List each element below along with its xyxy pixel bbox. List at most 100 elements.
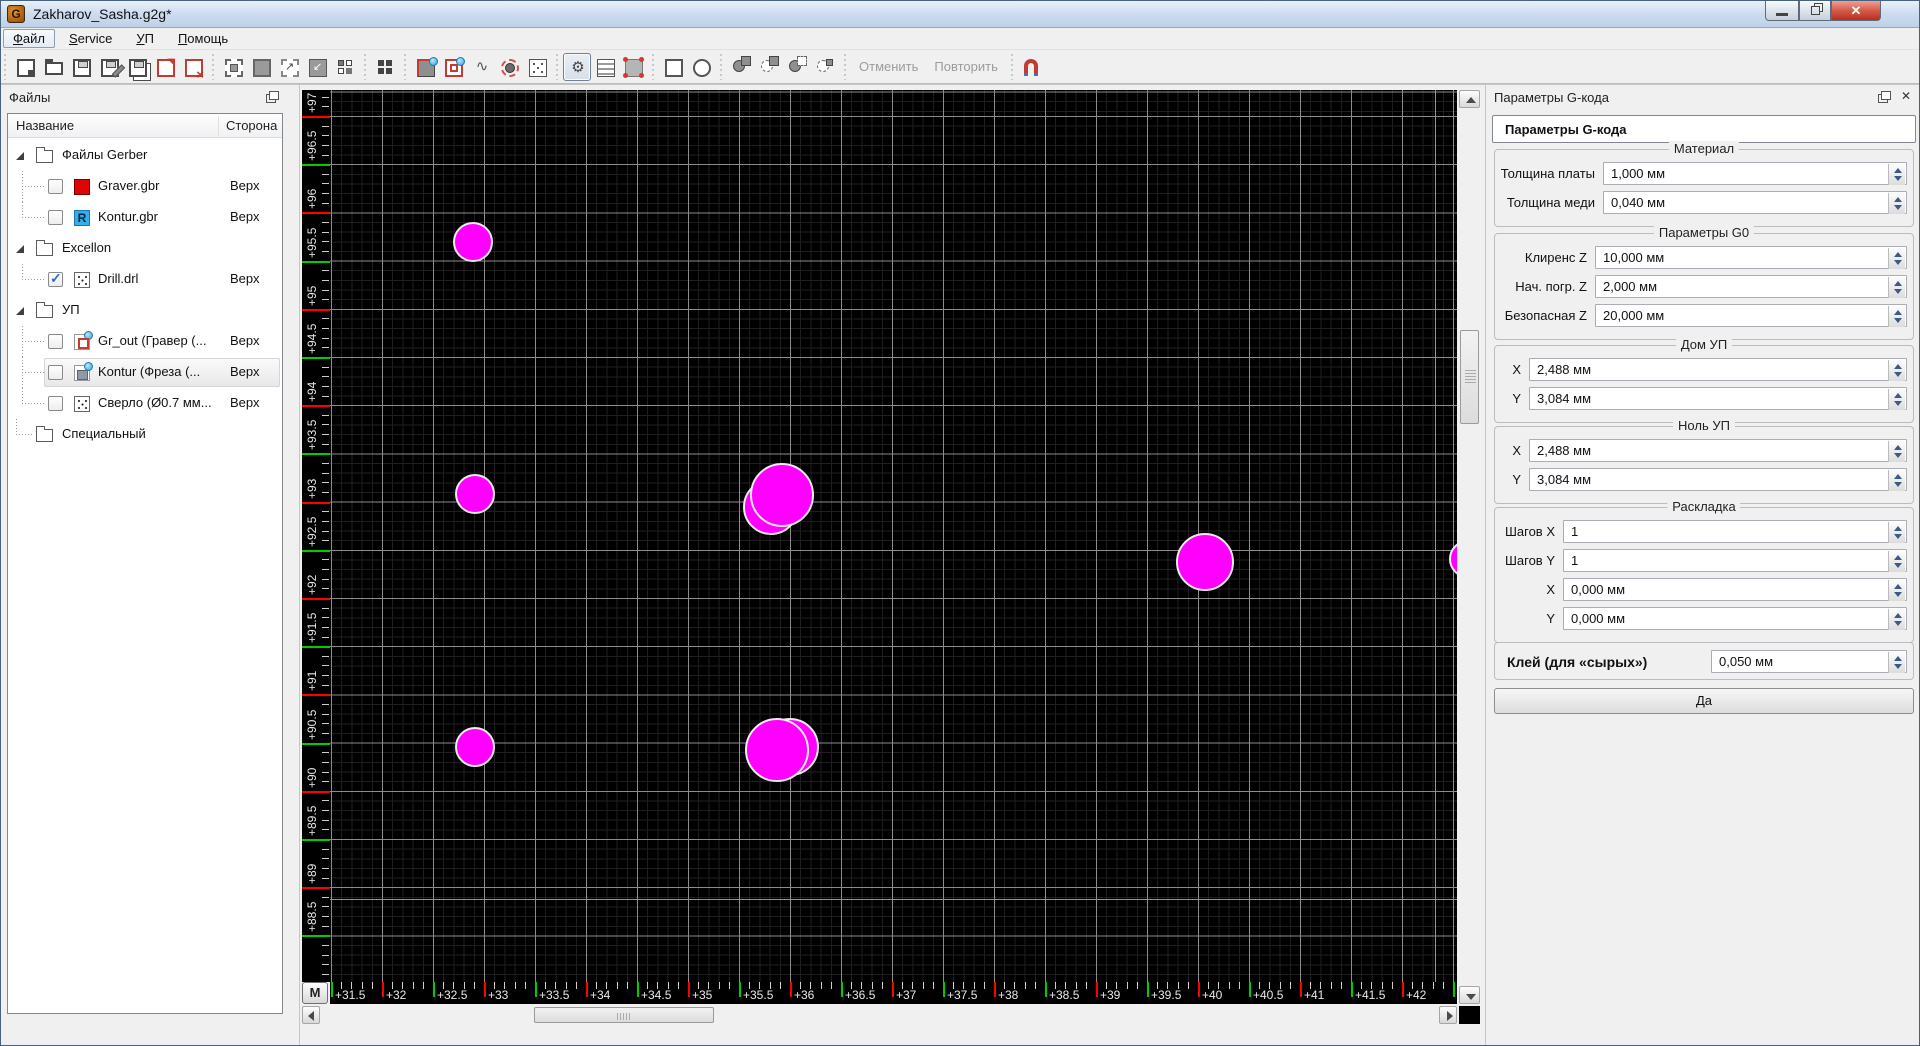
field-input[interactable]: 2,488 мм <box>1529 358 1907 381</box>
field-input[interactable]: 3,084 мм <box>1529 387 1907 410</box>
file-checkbox[interactable] <box>48 365 63 380</box>
bool-xor-button[interactable] <box>811 53 839 81</box>
vertical-scroll-thumb[interactable] <box>1460 330 1479 424</box>
ok-button[interactable]: Да <box>1494 688 1914 714</box>
bool-union-button[interactable] <box>727 53 755 81</box>
field-input[interactable]: 1,000 мм <box>1603 162 1907 185</box>
tree-file-row[interactable]: ✓ Drill.drl Верх <box>8 264 282 295</box>
minimize-button[interactable] <box>1765 1 1799 21</box>
gcode-panel-float-icon[interactable] <box>1881 91 1891 100</box>
zoom-region-button[interactable] <box>275 53 303 81</box>
vertical-scrollbar[interactable] <box>1459 90 1480 1004</box>
expand-arrow-icon[interactable] <box>16 152 24 160</box>
ruler-units-button[interactable]: M <box>302 982 328 1004</box>
files-tree-header[interactable]: Название Сторона <box>8 114 282 138</box>
rect-tool-button[interactable] <box>659 53 687 81</box>
spinner-buttons[interactable] <box>1888 164 1905 185</box>
ellipse-tool-button[interactable] <box>687 53 715 81</box>
menu-помощь[interactable]: Помощь <box>168 29 238 48</box>
spinner-buttons[interactable] <box>1888 470 1905 491</box>
open-file-button[interactable] <box>39 53 67 81</box>
scroll-up-button[interactable] <box>1459 90 1480 108</box>
pcb-canvas[interactable] <box>330 90 1457 982</box>
files-panel-float-icon[interactable] <box>269 91 279 100</box>
spinner-buttons[interactable] <box>1888 551 1905 572</box>
expand-arrow-icon[interactable] <box>16 307 24 315</box>
glue-input[interactable]: 0,050 мм <box>1711 650 1907 673</box>
transform-button[interactable] <box>619 53 647 81</box>
spinner-buttons[interactable] <box>1888 277 1905 298</box>
tree-file-row[interactable]: Kontur (Фреза (... Верх <box>8 357 282 388</box>
title-bar[interactable]: G Zakharov_Sasha.g2g* ✕ <box>1 1 1919 28</box>
field-input[interactable]: 1 <box>1563 520 1907 543</box>
new-file-button[interactable] <box>11 53 39 81</box>
menu-файл[interactable]: Файл <box>3 29 55 48</box>
column-separator[interactable] <box>218 116 219 136</box>
tree-folder-row[interactable]: Файлы Gerber <box>8 140 282 171</box>
gcode-run-button[interactable]: ⚙ <box>563 53 591 81</box>
spinner-buttons[interactable] <box>1888 248 1905 269</box>
tiles-outline-button[interactable] <box>371 53 399 81</box>
horizontal-scrollbar[interactable] <box>302 1006 1457 1024</box>
expand-arrow-icon[interactable] <box>16 245 24 253</box>
tree-folder-row[interactable]: Excellon <box>8 233 282 264</box>
menu-уп[interactable]: УП <box>126 29 164 48</box>
spinner-buttons[interactable] <box>1888 389 1905 410</box>
field-input[interactable]: 10,000 мм <box>1595 246 1907 269</box>
undo-button[interactable]: Отменить <box>851 53 926 81</box>
spinner-buttons[interactable] <box>1888 441 1905 462</box>
layer-add-button[interactable] <box>411 53 439 81</box>
field-input[interactable]: 0,000 мм <box>1563 607 1907 630</box>
field-input[interactable]: 1 <box>1563 549 1907 572</box>
tiles-button[interactable] <box>331 53 359 81</box>
horizontal-scroll-thumb[interactable] <box>534 1007 714 1023</box>
column-side[interactable]: Сторона <box>226 118 277 133</box>
column-name[interactable]: Название <box>16 118 74 133</box>
tree-file-row[interactable]: Gr_out (Гравер (... Верх <box>8 326 282 357</box>
menu-service[interactable]: Service <box>59 29 122 48</box>
zoom-window-button[interactable] <box>303 53 331 81</box>
spinner-buttons[interactable] <box>1888 609 1905 630</box>
file-checkbox[interactable] <box>48 179 63 194</box>
snap-magnet-button[interactable] <box>1018 53 1046 81</box>
spinner-buttons[interactable] <box>1888 193 1905 214</box>
drill-holes-button[interactable] <box>523 53 551 81</box>
field-input[interactable]: 0,040 мм <box>1603 191 1907 214</box>
redo-button[interactable]: Повторить <box>926 53 1005 81</box>
field-input[interactable]: 20,000 мм <box>1595 304 1907 327</box>
reload-red-button[interactable] <box>151 53 179 81</box>
field-input[interactable]: 0,000 мм <box>1563 578 1907 601</box>
spinner-buttons[interactable] <box>1888 652 1905 673</box>
spinner-buttons[interactable] <box>1888 360 1905 381</box>
save-copy-button[interactable] <box>123 53 151 81</box>
scroll-left-button[interactable] <box>302 1006 320 1024</box>
scroll-down-button[interactable] <box>1459 986 1480 1004</box>
field-input[interactable]: 3,084 мм <box>1529 468 1907 491</box>
spinner-buttons[interactable] <box>1888 306 1905 327</box>
field-input[interactable]: 2,000 мм <box>1595 275 1907 298</box>
scroll-right-button[interactable] <box>1439 1006 1457 1024</box>
field-input[interactable]: 2,488 мм <box>1529 439 1907 462</box>
tree-folder-row[interactable]: УП <box>8 295 282 326</box>
engrave-spiral-button[interactable] <box>439 53 467 81</box>
fill-frame-button[interactable] <box>247 53 275 81</box>
close-file-red-button[interactable] <box>179 53 207 82</box>
save-as-button[interactable] <box>95 53 123 81</box>
tree-file-row[interactable]: Сверло (Ø0.7 мм... Верх <box>8 388 282 419</box>
spinner-buttons[interactable] <box>1888 522 1905 543</box>
spinner-buttons[interactable] <box>1888 580 1905 601</box>
gcode-panel-close-icon[interactable]: ✕ <box>1899 89 1913 103</box>
save-button[interactable] <box>67 53 95 81</box>
file-checkbox[interactable] <box>48 334 63 349</box>
bool-intersect-button[interactable] <box>783 53 811 81</box>
close-button[interactable]: ✕ <box>1831 1 1881 21</box>
file-checkbox[interactable] <box>48 396 63 411</box>
path-curve-button[interactable]: ∿ <box>467 53 495 81</box>
bool-subtract-button[interactable] <box>755 53 783 81</box>
tree-folder-row[interactable]: Специальный <box>8 419 282 450</box>
properties-button[interactable] <box>591 53 619 81</box>
tree-file-row[interactable]: R Kontur.gbr Верх <box>8 202 282 233</box>
file-checkbox[interactable] <box>48 210 63 225</box>
select-frame-button[interactable] <box>219 53 247 81</box>
drill-rings-button[interactable] <box>495 53 523 81</box>
